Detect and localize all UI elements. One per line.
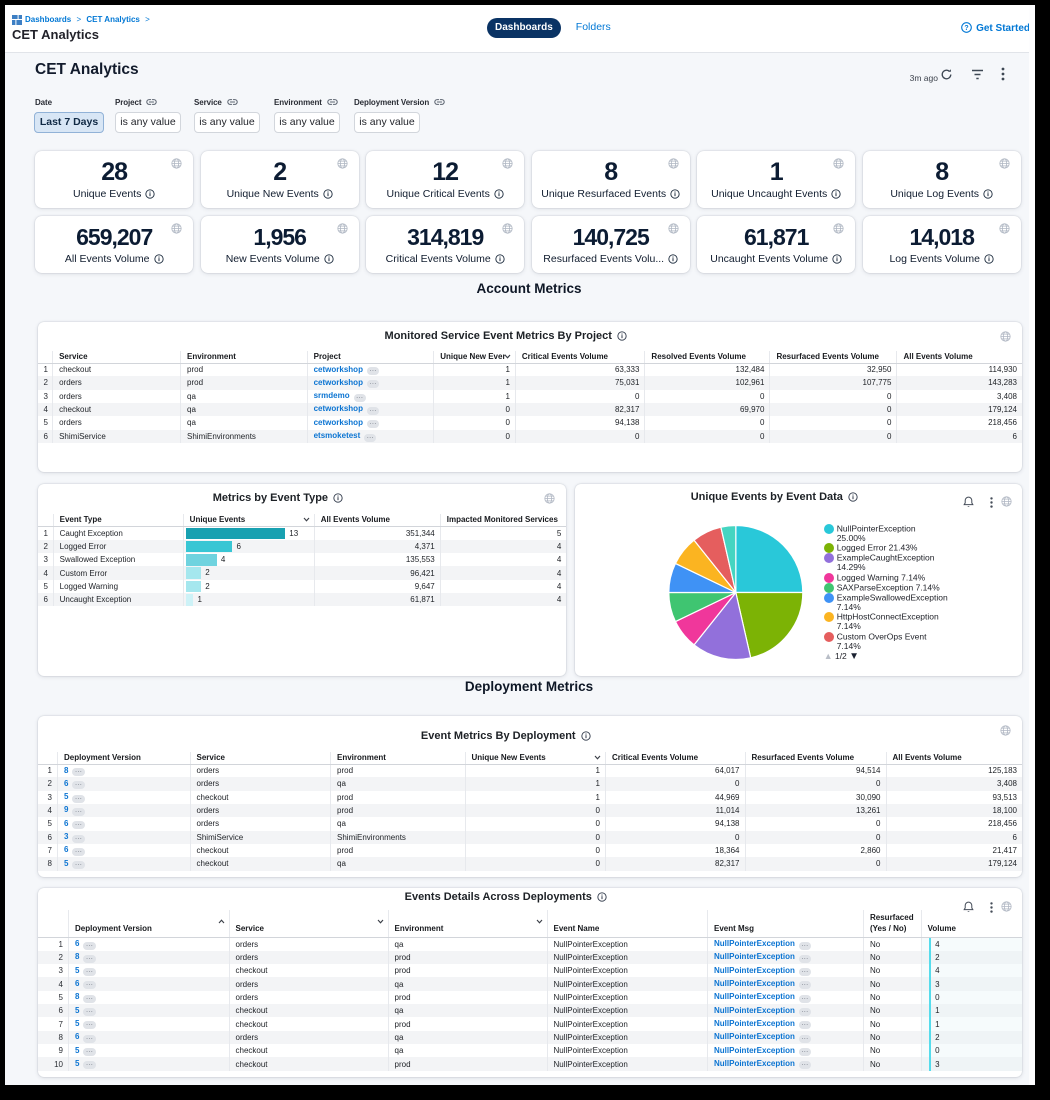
svg-text:?: ?	[964, 25, 968, 32]
